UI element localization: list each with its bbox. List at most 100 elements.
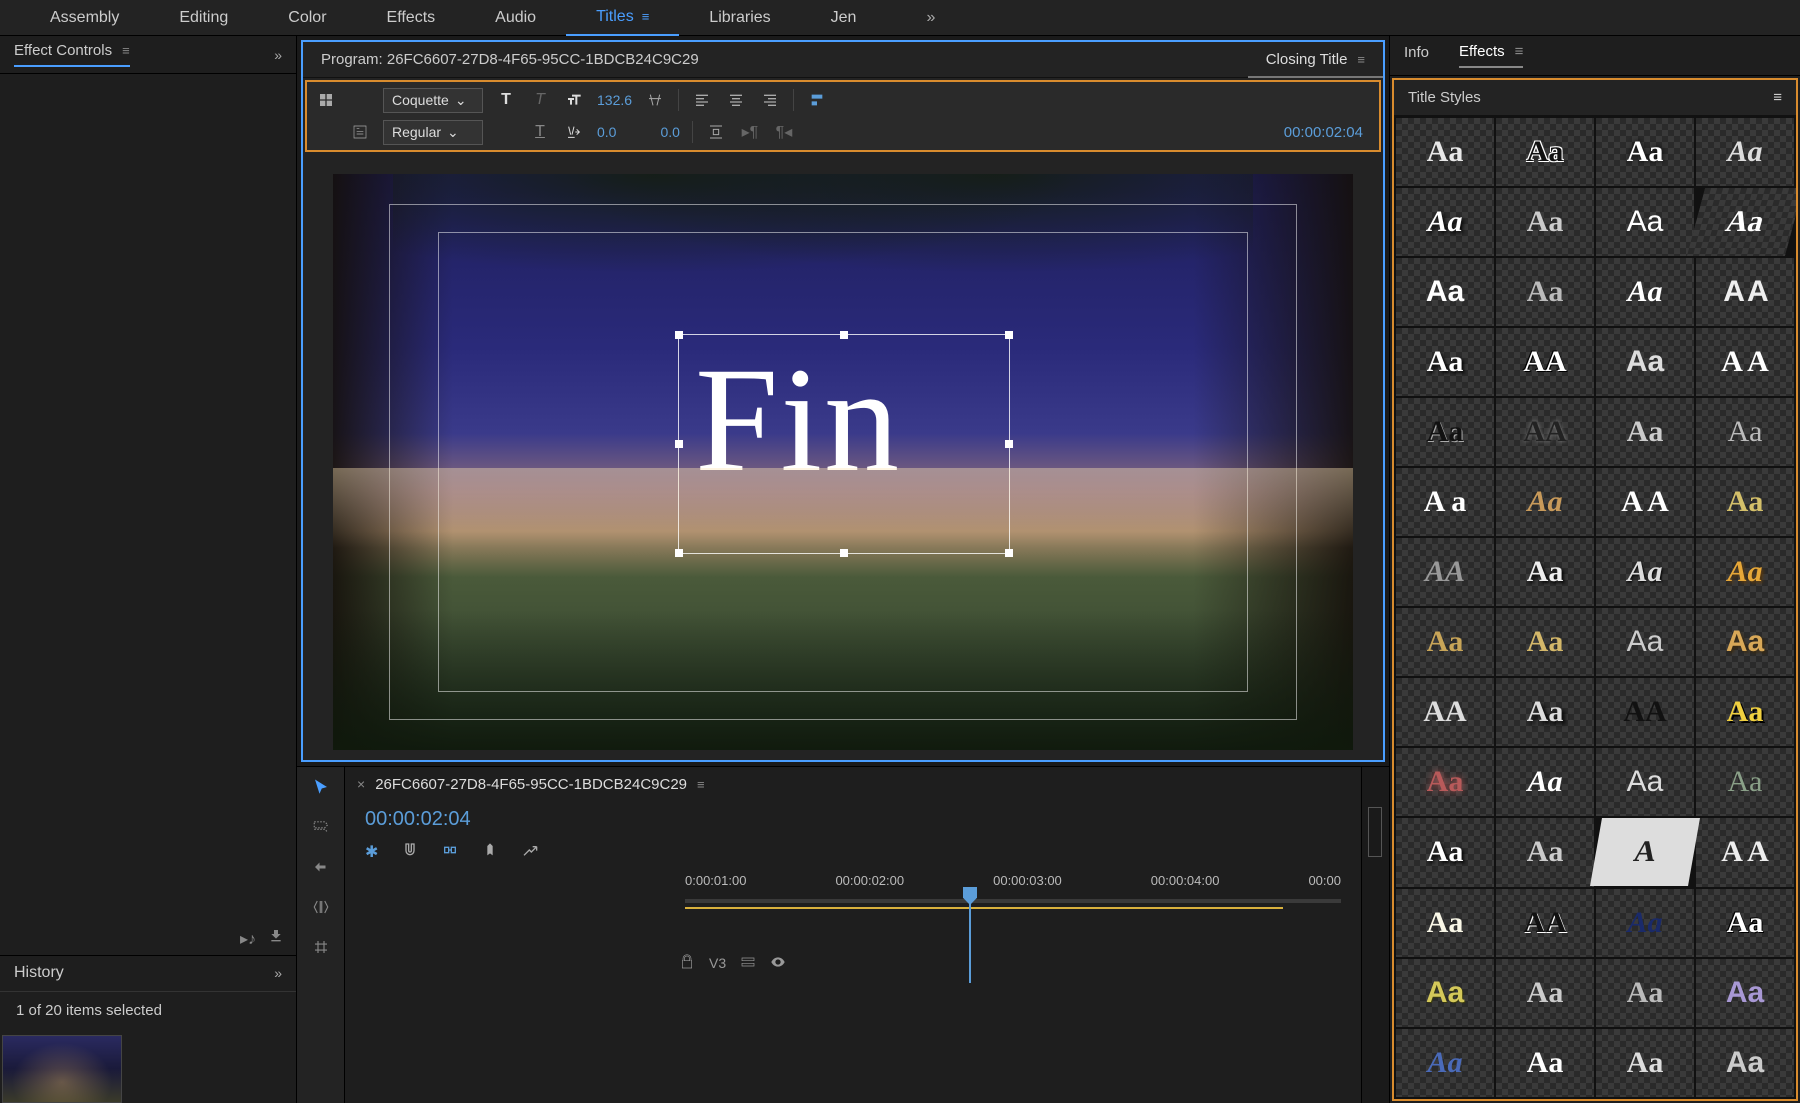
timeline-timecode[interactable]: 00:00:02:04 xyxy=(365,808,471,831)
title-style-swatch[interactable]: Aa xyxy=(1596,118,1694,186)
ripple-tool-icon[interactable] xyxy=(307,853,335,881)
title-style-swatch[interactable]: Aa xyxy=(1596,398,1694,466)
title-style-swatch[interactable]: Aa xyxy=(1696,959,1794,1027)
title-style-swatch[interactable]: Aa xyxy=(1396,889,1494,957)
title-style-swatch[interactable]: Aa xyxy=(1696,889,1794,957)
close-sequence-icon[interactable]: × xyxy=(357,776,365,792)
magnet-icon[interactable] xyxy=(402,842,418,863)
history-tab[interactable]: History xyxy=(14,964,64,982)
title-style-swatch[interactable]: Aa xyxy=(1396,188,1494,256)
title-style-swatch[interactable]: AA xyxy=(1496,328,1594,396)
title-style-swatch[interactable]: Aa xyxy=(1496,748,1594,816)
tab-stops-icon[interactable] xyxy=(806,89,828,111)
expand-history-icon[interactable]: » xyxy=(274,965,282,981)
title-style-swatch[interactable]: Aa xyxy=(1496,1029,1594,1097)
title-style-swatch[interactable]: Aa xyxy=(1696,1029,1794,1097)
title-style-swatch[interactable]: Aa xyxy=(1696,118,1794,186)
title-style-swatch[interactable]: Aa xyxy=(1696,398,1794,466)
title-style-swatch[interactable]: AA xyxy=(1396,538,1494,606)
title-style-swatch[interactable]: Aa xyxy=(1496,608,1594,676)
title-style-swatch[interactable]: A a xyxy=(1396,468,1494,536)
workspace-tab-titles[interactable]: Titles≡ xyxy=(566,0,679,36)
title-style-swatch[interactable]: A A xyxy=(1696,818,1794,886)
timeline-ruler[interactable]: 0:00:01:0000:00:02:0000:00:03:0000:00:04… xyxy=(685,873,1341,913)
effect-controls-tab[interactable]: Effect Controls ≡ xyxy=(14,42,130,67)
title-style-swatch[interactable]: A A xyxy=(1696,258,1794,326)
title-style-swatch[interactable]: Aa xyxy=(1596,258,1694,326)
distribute-icon[interactable] xyxy=(705,121,727,143)
workspace-overflow-icon[interactable]: » xyxy=(926,9,935,27)
title-style-swatch[interactable]: Aa xyxy=(1696,468,1794,536)
bold-icon[interactable]: T xyxy=(495,89,517,111)
workspace-tab-libraries[interactable]: Libraries xyxy=(679,0,800,36)
title-text-bounds[interactable]: Fin xyxy=(678,334,1010,554)
title-style-swatch[interactable]: Aa xyxy=(1687,188,1796,256)
slip-tool-icon[interactable] xyxy=(307,933,335,961)
align-left-icon[interactable] xyxy=(691,89,713,111)
title-style-swatch[interactable]: Aa xyxy=(1396,818,1494,886)
title-style-swatch[interactable]: Aa xyxy=(1596,538,1694,606)
track-select-tool-icon[interactable] xyxy=(307,813,335,841)
snap-icon[interactable]: ✱ xyxy=(365,842,378,862)
title-style-swatch[interactable]: Aa xyxy=(1496,538,1594,606)
workspace-tab-assembly[interactable]: Assembly xyxy=(20,0,149,36)
title-actions-icon[interactable] xyxy=(349,121,371,143)
tab-effects[interactable]: Effects≡ xyxy=(1459,43,1523,68)
panel-menu-icon[interactable]: ≡ xyxy=(1773,89,1782,106)
title-style-swatch[interactable]: A A xyxy=(1696,328,1794,396)
expand-panel-icon[interactable]: » xyxy=(274,47,282,63)
title-style-swatch[interactable]: Aa xyxy=(1496,818,1594,886)
title-style-swatch[interactable]: Aa xyxy=(1696,538,1794,606)
title-style-swatch[interactable]: Aa xyxy=(1696,748,1794,816)
title-style-swatch[interactable]: A A xyxy=(1596,468,1694,536)
title-style-swatch[interactable]: Aa xyxy=(1596,748,1694,816)
toggle-output-icon[interactable] xyxy=(770,954,786,973)
tab-info[interactable]: Info xyxy=(1404,44,1429,67)
font-size-value[interactable]: 132.6 xyxy=(597,92,632,108)
title-style-swatch[interactable]: Aa xyxy=(1596,889,1694,957)
workspace-menu-icon[interactable]: ≡ xyxy=(642,9,650,24)
title-style-swatch[interactable]: Aa xyxy=(1496,188,1594,256)
tab-right-icon[interactable]: ▸¶ xyxy=(739,121,761,143)
workspace-tab-editing[interactable]: Editing xyxy=(149,0,258,36)
workspace-tab-color[interactable]: Color xyxy=(258,0,356,36)
selection-tool-icon[interactable] xyxy=(307,773,335,801)
title-style-swatch[interactable]: Aa xyxy=(1396,959,1494,1027)
title-properties-icon[interactable] xyxy=(315,89,337,111)
title-style-swatch[interactable]: Aa xyxy=(1496,118,1594,186)
leading-value[interactable]: 0.0 xyxy=(660,124,679,140)
title-style-swatch[interactable]: Aa xyxy=(1496,468,1594,536)
title-text[interactable]: Fin xyxy=(679,335,1009,505)
workspace-tab-jen[interactable]: Jen xyxy=(801,0,887,36)
panel-menu-icon[interactable]: ≡ xyxy=(1515,43,1524,60)
title-style-swatch[interactable]: Aa xyxy=(1596,1029,1694,1097)
title-style-swatch[interactable]: Aa xyxy=(1596,328,1694,396)
linked-selection-icon[interactable] xyxy=(442,842,458,863)
title-style-swatch[interactable]: Aa xyxy=(1496,678,1594,746)
title-style-swatch[interactable]: Aa xyxy=(1396,258,1494,326)
title-style-swatch[interactable]: A xyxy=(1590,818,1700,886)
settings-icon[interactable] xyxy=(522,842,538,863)
marker-icon[interactable] xyxy=(482,842,498,863)
title-style-swatch[interactable]: AA xyxy=(1496,889,1594,957)
lock-track-icon[interactable] xyxy=(679,954,695,973)
title-style-swatch[interactable]: AA xyxy=(1596,678,1694,746)
title-style-swatch[interactable]: Aa xyxy=(1596,608,1694,676)
title-style-swatch[interactable]: AA xyxy=(1396,678,1494,746)
title-style-swatch[interactable]: Aa xyxy=(1396,118,1494,186)
title-style-swatch[interactable]: Aa xyxy=(1396,328,1494,396)
title-style-swatch[interactable]: Aa xyxy=(1496,959,1594,1027)
styles-icon[interactable] xyxy=(349,89,371,111)
title-style-swatch[interactable]: Aa xyxy=(1396,1029,1494,1097)
program-tab[interactable]: Program: 26FC6607-27D8-4F65-95CC-1BDCB24… xyxy=(303,42,1248,77)
play-only-icon[interactable]: ▸♪ xyxy=(240,929,256,949)
tab-menu-icon[interactable]: ≡ xyxy=(1357,52,1365,67)
workspace-tab-audio[interactable]: Audio xyxy=(465,0,566,36)
closing-title-tab[interactable]: Closing Title ≡ xyxy=(1248,42,1383,78)
font-family-dropdown[interactable]: Coquette ⌄ xyxy=(383,88,483,113)
export-icon[interactable] xyxy=(268,928,284,949)
title-style-swatch[interactable]: Aa xyxy=(1396,398,1494,466)
zoom-scrollbar[interactable] xyxy=(1368,807,1382,857)
media-thumbnail[interactable] xyxy=(2,1035,122,1103)
title-style-swatch[interactable]: Aa xyxy=(1696,678,1794,746)
